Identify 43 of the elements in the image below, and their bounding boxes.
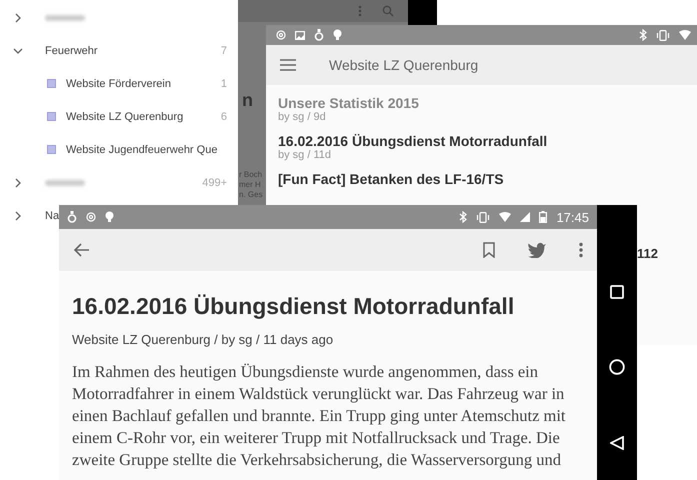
more-icon[interactable] (579, 242, 583, 258)
blurred-label (45, 180, 85, 186)
wifi-icon (679, 30, 691, 40)
ring-icon (67, 211, 77, 223)
recents-icon[interactable] (610, 285, 624, 300)
ring-icon (314, 29, 324, 41)
feed-item[interactable]: Website Jugendfeuerwehr Que (0, 133, 238, 166)
post-item[interactable]: [Fun Fact] Betanken des LF-16/TS (278, 171, 697, 187)
drawer-group[interactable]: Na (0, 199, 60, 232)
bookmark-icon[interactable] (483, 242, 495, 258)
back-arrow-icon[interactable] (73, 243, 89, 257)
battery-icon (539, 211, 548, 223)
menu-icon[interactable] (280, 59, 296, 71)
at-icon (86, 212, 96, 222)
back-icon[interactable] (610, 436, 624, 450)
wifi-icon (499, 212, 512, 222)
feed-item[interactable]: Website Förderverein 1 (0, 67, 238, 100)
signal-icon (520, 212, 530, 222)
article-meta: Website LZ Querenburg / by sg / 11 days ago (72, 332, 334, 347)
bluetooth-icon (459, 211, 468, 223)
at-icon (276, 30, 286, 40)
status-time: 17:45 (556, 210, 589, 224)
image-icon (295, 30, 305, 40)
feed-icon (47, 112, 56, 121)
vibrate-icon (476, 212, 490, 222)
bulb-icon (105, 211, 114, 223)
feed-icon (47, 79, 56, 88)
bulb-icon (333, 29, 342, 41)
text-fragment: n (242, 90, 253, 111)
article-title: 16.02.2016 Übungsdienst Motorradunfall (72, 293, 516, 320)
blurred-label (45, 14, 85, 20)
home-icon[interactable] (609, 359, 625, 376)
feed-icon (47, 145, 56, 154)
bluetooth-icon (639, 29, 647, 41)
bird-icon[interactable] (527, 242, 547, 258)
article-body: Im Rahmen des heutigen Übungsdienste wurde angenommen, dass ein Motorradfahrer in einem Waldstück verunglückt war. Das Fahrzeug war in einen Bachlauf gefallen und brannte. Ein Trupp ging unter Atemschutz mit einem C-Rohr vor, ein weiterer Trupp mit Notfallrucksack und Trage. Die zweite Gruppe stellte die Verkehrsabsicherung, die Wasserversorgung und (72, 361, 567, 471)
system-bar (408, 0, 437, 25)
drawer-group[interactable]: Feuerwehr 7 (0, 34, 238, 67)
vibrate-icon (656, 30, 670, 40)
post-item[interactable]: 16.02.2016 Übungsdienst Motorradunfall by sg / 11d (278, 133, 697, 161)
feed-item[interactable]: Website LZ Querenburg 6 (0, 100, 238, 133)
app-bar-title: Website LZ Querenburg (329, 57, 478, 73)
text-fragment: 112 (637, 246, 658, 261)
